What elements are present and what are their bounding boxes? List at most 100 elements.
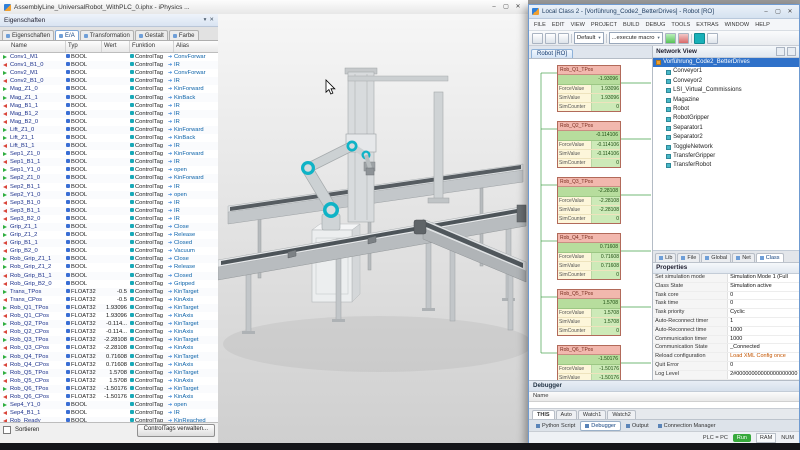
property-row[interactable]: Log Level2#00000000000000000000 xyxy=(653,371,799,380)
tree-item-lsi-virtual-commissions[interactable]: LSI_Virtual_Commissions xyxy=(653,86,799,95)
io-row-Rob_Q4_CPos[interactable]: Rob_Q4_CPosFLOAT320.71608ControlTag➔KinA… xyxy=(0,361,218,369)
manage-controltags-button[interactable]: ControlTags verwalten... xyxy=(137,424,215,437)
tab-eigenschaften[interactable]: Eigenschaften xyxy=(2,30,54,40)
io-row-Conv1_B1_0[interactable]: Conv1_B1_0BOOLControlTag➔IR xyxy=(0,61,218,69)
tab-gestalt[interactable]: Gestalt xyxy=(135,30,168,40)
io-row-Sep3_B1_1[interactable]: Sep3_B1_1BOOLControlTag➔IR xyxy=(0,207,218,215)
property-row[interactable]: Set simulation modeSimulation Mode 1 (Fu… xyxy=(653,274,799,283)
property-row[interactable]: Task priorityCyclic xyxy=(653,309,799,318)
maximize-icon[interactable]: ▢ xyxy=(772,6,784,18)
io-row-Conv2_M1[interactable]: Conv2_M1BOOLControlTag➔ConvForwar xyxy=(0,69,218,77)
bottom-tab-python-script[interactable]: Python Script xyxy=(532,422,579,430)
io-row-Sep3_B2_0[interactable]: Sep3_B2_0BOOLControlTag➔IR xyxy=(0,215,218,223)
tab-e-a[interactable]: E/A xyxy=(55,30,79,40)
function-block-rob_q5_tpos[interactable]: Rob_Q5_TPos1.5708ForceValue1.5708SimValu… xyxy=(557,289,621,336)
io-row-Grip_B1_1[interactable]: Grip_B1_1BOOLControlTag➔Closed xyxy=(0,239,218,247)
io-row-Conv2_B1_0[interactable]: Conv2_B1_0BOOLControlTag➔IR xyxy=(0,77,218,85)
refresh-icon[interactable] xyxy=(776,47,785,56)
macro-combobox[interactable]: ...execute macro ▾ xyxy=(609,32,663,44)
io-row-Rob_Q6_CPos[interactable]: Rob_Q6_CPosFLOAT32-1.50176ControlTag➔Kin… xyxy=(0,393,218,401)
io-row-Rob_Grip_Z1_2[interactable]: Rob_Grip_Z1_2BOOLControlTag➔Release xyxy=(0,263,218,271)
tree-item-robotgripper[interactable]: RobotGripper xyxy=(653,114,799,123)
settings-icon[interactable] xyxy=(707,33,718,44)
close-icon[interactable]: ✕ xyxy=(784,6,796,18)
column-header-alias[interactable]: Alias xyxy=(174,41,218,52)
io-row-Sep1_Y1_0[interactable]: Sep1_Y1_0BOOLControlTag➔open xyxy=(0,166,218,174)
function-block-rob_q2_tpos[interactable]: Rob_Q2_TPos-0.114106ForceValue-0.114106S… xyxy=(557,121,621,168)
property-row[interactable]: Task core0 xyxy=(653,292,799,301)
side-tab-file[interactable]: File xyxy=(677,253,700,262)
windows-taskbar[interactable] xyxy=(0,443,800,450)
tree-item-robot[interactable]: Robot xyxy=(653,105,799,114)
io-row-Mag_B1_1[interactable]: Mag_B1_1BOOLControlTag➔IR xyxy=(0,102,218,110)
maximize-icon[interactable]: ▢ xyxy=(500,1,512,13)
menu-file[interactable]: FILE xyxy=(531,22,549,28)
minimize-icon[interactable]: – xyxy=(760,6,772,18)
property-row[interactable]: Auto-Reconnect time1000 xyxy=(653,327,799,336)
io-row-Rob_Q1_CPos[interactable]: Rob_Q1_CPosFLOAT321.93096ControlTag➔KinA… xyxy=(0,312,218,320)
menu-project[interactable]: PROJECT xyxy=(588,22,620,28)
side-tab-class[interactable]: Class xyxy=(756,253,784,262)
open-icon[interactable] xyxy=(545,33,556,44)
run-icon[interactable] xyxy=(665,33,676,44)
io-row-Mag_Z1_0[interactable]: Mag_Z1_0BOOLControlTag➔KinForward xyxy=(0,85,218,93)
properties-grid[interactable]: Set simulation modeSimulation Mode 1 (Fu… xyxy=(653,274,799,380)
menu-window[interactable]: WINDOW xyxy=(722,22,753,28)
function-block-diagram[interactable]: Rob_Q1_TPos-1.93096ForceValue1.93096SimV… xyxy=(529,59,652,380)
menu-debug[interactable]: DEBUG xyxy=(642,22,668,28)
tree-item-conveyor1[interactable]: Conveyor1 xyxy=(653,67,799,76)
bottom-tab-connection-manager[interactable]: Connection Manager xyxy=(654,422,720,430)
tree-item-transferrobot[interactable]: TransferRobot xyxy=(653,161,799,170)
property-row[interactable]: Class StateSimulation active xyxy=(653,283,799,292)
io-row-Sep1_Z1_0[interactable]: Sep1_Z1_0BOOLControlTag➔KinForward xyxy=(0,150,218,158)
column-header-wert[interactable]: Wert xyxy=(102,41,130,52)
io-row-Trans_TPos[interactable]: Trans_TPosFLOAT32-0.5ControlTag➔KinTarge… xyxy=(0,288,218,296)
debugger-name-column[interactable]: Name xyxy=(529,392,799,402)
io-row-Sep2_B1_1[interactable]: Sep2_B1_1BOOLControlTag➔IR xyxy=(0,183,218,191)
watch-tab-auto[interactable]: Auto xyxy=(556,410,577,419)
menu-build[interactable]: BUILD xyxy=(620,22,642,28)
io-row-Grip_Z1_1[interactable]: Grip_Z1_1BOOLControlTag➔Close xyxy=(0,223,218,231)
side-tab-net[interactable]: Net xyxy=(732,253,755,262)
io-row-Mag_B1_2[interactable]: Mag_B1_2BOOLControlTag➔IR xyxy=(0,110,218,118)
function-block-rob_q3_tpos[interactable]: Rob_Q3_TPos-2.28108ForceValue-2.28108Sim… xyxy=(557,177,621,224)
tab-robot-ro[interactable]: Robot [RO] xyxy=(531,49,573,58)
io-row-Rob_Grip_B1_1[interactable]: Rob_Grip_B1_1BOOLControlTag➔Closed xyxy=(0,272,218,280)
io-row-Mag_Z1_1[interactable]: Mag_Z1_1BOOLControlTag➔KinBack xyxy=(0,93,218,101)
io-row-Lift_Z1_0[interactable]: Lift_Z1_0BOOLControlTag➔KinForward xyxy=(0,126,218,134)
tree-item-togglenetwork[interactable]: ToggleNetwork xyxy=(653,143,799,152)
watch-tab-watch2[interactable]: Watch2 xyxy=(607,410,635,419)
io-row-Sep2_Y1_0[interactable]: Sep2_Y1_0BOOLControlTag➔open xyxy=(0,191,218,199)
io-row-Rob_Q6_TPos[interactable]: Rob_Q6_TPosFLOAT32-1.50176ControlTag➔Kin… xyxy=(0,385,218,393)
function-block-rob_q6_tpos[interactable]: Rob_Q6_TPos-1.50176ForceValue-1.50176Sim… xyxy=(557,345,621,380)
minimize-icon[interactable]: – xyxy=(488,1,500,13)
column-header-typ[interactable]: Typ xyxy=(66,41,102,52)
property-row[interactable]: Reload configurationLoad XML Config once xyxy=(653,353,799,362)
3d-viewport[interactable] xyxy=(218,14,528,443)
property-row[interactable]: Communication State_Connected xyxy=(653,344,799,353)
io-table[interactable]: Conv1_M1BOOLControlTag➔ConvForwarConv1_B… xyxy=(0,53,218,422)
column-header-name[interactable]: Name xyxy=(0,41,66,52)
save-icon[interactable] xyxy=(558,33,569,44)
io-row-Mag_B2_0[interactable]: Mag_B2_0BOOLControlTag➔IR xyxy=(0,118,218,126)
io-row-Grip_Z1_2[interactable]: Grip_Z1_2BOOLControlTag➔Release xyxy=(0,231,218,239)
menu-extras[interactable]: EXTRAS xyxy=(693,22,721,28)
side-tab-global[interactable]: Global xyxy=(701,253,731,262)
tree-item-magazine[interactable]: Magazine xyxy=(653,96,799,105)
menu-edit[interactable]: EDIT xyxy=(549,22,568,28)
io-row-Conv1_M1[interactable]: Conv1_M1BOOLControlTag➔ConvForwar xyxy=(0,53,218,61)
io-row-Grip_B2_0[interactable]: Grip_B2_0BOOLControlTag➔Vacuum xyxy=(0,247,218,255)
io-row-Sep4_Y1_0[interactable]: Sep4_Y1_0BOOLControlTag➔open xyxy=(0,401,218,409)
io-row-Sep2_Z1_0[interactable]: Sep2_Z1_0BOOLControlTag➔KinForward xyxy=(0,174,218,182)
tree-item-transfergripper[interactable]: TransferGripper xyxy=(653,152,799,161)
menu-tools[interactable]: TOOLS xyxy=(668,22,693,28)
side-tab-lib[interactable]: Lib xyxy=(655,253,676,262)
panel-menu-icon[interactable]: ▾ xyxy=(204,17,207,23)
property-row[interactable]: Communication timer1000 xyxy=(653,336,799,345)
logicad-titlebar[interactable]: Local Class 2 - [Vorführung_Code2_Better… xyxy=(529,5,799,19)
new-icon[interactable] xyxy=(532,33,543,44)
io-row-Rob_Grip_Z1_1[interactable]: Rob_Grip_Z1_1BOOLControlTag➔Close xyxy=(0,255,218,263)
tab-farbe[interactable]: Farbe xyxy=(169,30,199,40)
io-row-Rob_Grip_B2_0[interactable]: Rob_Grip_B2_0BOOLControlTag➔Gripped xyxy=(0,280,218,288)
tree-item-separator2[interactable]: Separator2 xyxy=(653,133,799,142)
